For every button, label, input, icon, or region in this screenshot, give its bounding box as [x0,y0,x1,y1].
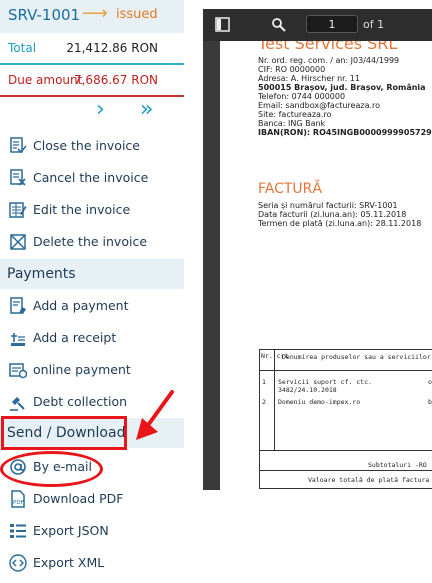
doc-site: Site: factureaza.ro [258,110,332,119]
edit-invoice-item[interactable]: Edit the invoice [0,194,184,226]
row1-desc: Servicii suport cf. ctc. [278,378,372,386]
svg-text:PDF: PDF [13,500,24,506]
delete-invoice-item[interactable]: Delete the invoice [0,226,184,258]
cancel-invoice-item[interactable]: Cancel the invoice [0,162,184,194]
page-number-input[interactable]: 1 [306,15,358,33]
row2-nr: 2 [262,398,266,406]
pdf-toolbar: 1 of 1 [203,9,432,41]
row1-desc2: 3482/24.10.2018 [278,386,337,394]
doc-city: 500015 Brașov, jud. Brașov, România [258,83,426,92]
close-invoice-item[interactable]: Close the invoice [0,130,184,162]
download-pdf-item[interactable]: PDF Download PDF [0,483,184,515]
code-icon [9,554,27,572]
pdf-file-icon: PDF [11,490,25,508]
add-receipt-icon [11,333,25,346]
row1-um: or [428,378,432,386]
invoice-number: SRV-1001 [8,6,81,24]
doc-address: Adresa: A. Hirscher nr. 11 [258,74,360,83]
page-count-label: of 1 [363,18,385,31]
doc-iban: IBAN(RON): RO45INGB0000999905729 [258,128,432,137]
th-denumire: Denumirea produselor sau a serviciilor [282,353,431,361]
doc-phone: Telefon: 0744 000000 [258,92,346,101]
gavel-icon [10,397,25,411]
edit-invoice-label: Edit the invoice [33,202,131,217]
last-invoice-icon[interactable]: » [140,97,153,122]
close-invoice-label: Close the invoice [33,138,140,153]
total-value: 21,412.86 RON [66,41,158,55]
cancel-invoice-icon [10,169,26,186]
doc-factura-title: FACTURĂ [258,181,322,197]
close-invoice-icon [10,137,27,154]
row1-nr: 1 [262,378,266,386]
row2-um: bu [428,398,432,406]
online-payment-label: online payment [33,362,131,377]
total-row: Total 21,412.86 RON [0,33,184,65]
due-amount-value: 7,686.67 RON [73,73,158,87]
add-payment-icon [10,297,26,314]
debt-collection-label: Debt collection [33,394,128,409]
total-label: Total [8,41,37,55]
export-xml-item[interactable]: Export XML [0,547,184,579]
doc-company-name: Test Services SRL [258,41,398,53]
due-amount-label: Due amount [8,73,83,87]
by-email-highlight-ellipse [0,451,103,487]
red-arrow-pointer [136,390,174,440]
total-payment-label: Valoare totală de plată factura cu [308,476,432,484]
doc-cif: CIF: RO 0000000 [258,65,326,74]
edit-invoice-icon [9,202,27,218]
invoice-status: issued [116,7,158,22]
doc-items-table: Nr. crt Denumirea produselor sau a servi… [259,349,432,489]
send-download-highlight-box [1,416,127,450]
delete-invoice-label: Delete the invoice [33,234,148,249]
invoice-sidebar: SRV-1001 ⟶ issued Total 21,412.86 RON Du… [0,0,184,583]
doc-date: Data facturii (zi.luna.an): 05.11.2018 [258,210,407,219]
doc-email: Email: sandbox@factureaza.ro [258,101,381,110]
add-payment-item[interactable]: Add a payment [0,290,184,322]
list-icon [10,524,26,538]
export-json-label: Export JSON [33,523,109,538]
cancel-invoice-label: Cancel the invoice [33,170,149,185]
search-icon[interactable] [271,17,286,32]
add-payment-label: Add a payment [33,298,129,313]
doc-due-date: Termen de plată (zi.luna.an): 28.11.2018 [258,219,422,228]
status-arrow-icon: ⟶ [82,3,108,24]
doc-series: Seria și numărul facturii: SRV-1001 [258,201,398,210]
download-pdf-label: Download PDF [33,491,124,506]
next-invoice-icon[interactable]: › [96,97,105,122]
row2-desc: Domeniu demo-impex.ro [278,398,361,406]
pdf-viewer: 1 of 1 Test Services SRL Nr. ord. reg. c… [203,9,432,490]
payments-section-title: Payments [7,266,76,282]
subtotal-label: Subtotaluri -RO [368,461,427,469]
add-receipt-item[interactable]: Add a receipt [0,322,184,354]
export-xml-label: Export XML [33,555,105,570]
sidebar-toggle-icon[interactable] [215,17,230,32]
due-amount-row: Due amount 7,686.67 RON [0,65,184,97]
add-receipt-label: Add a receipt [33,330,117,345]
doc-bank: Banca: ING Bank [258,119,326,128]
payments-section-header: Payments [0,259,184,289]
export-json-item[interactable]: Export JSON [0,515,184,547]
online-payment-icon [9,363,27,379]
delete-invoice-icon [10,234,26,250]
online-payment-item[interactable]: online payment [0,354,184,386]
pdf-page: Test Services SRL Nr. ord. reg. com. / a… [220,41,432,490]
invoice-header: SRV-1001 ⟶ issued [0,0,184,33]
doc-reg-com: Nr. ord. reg. com. / an: J03/44/1999 [258,56,400,65]
